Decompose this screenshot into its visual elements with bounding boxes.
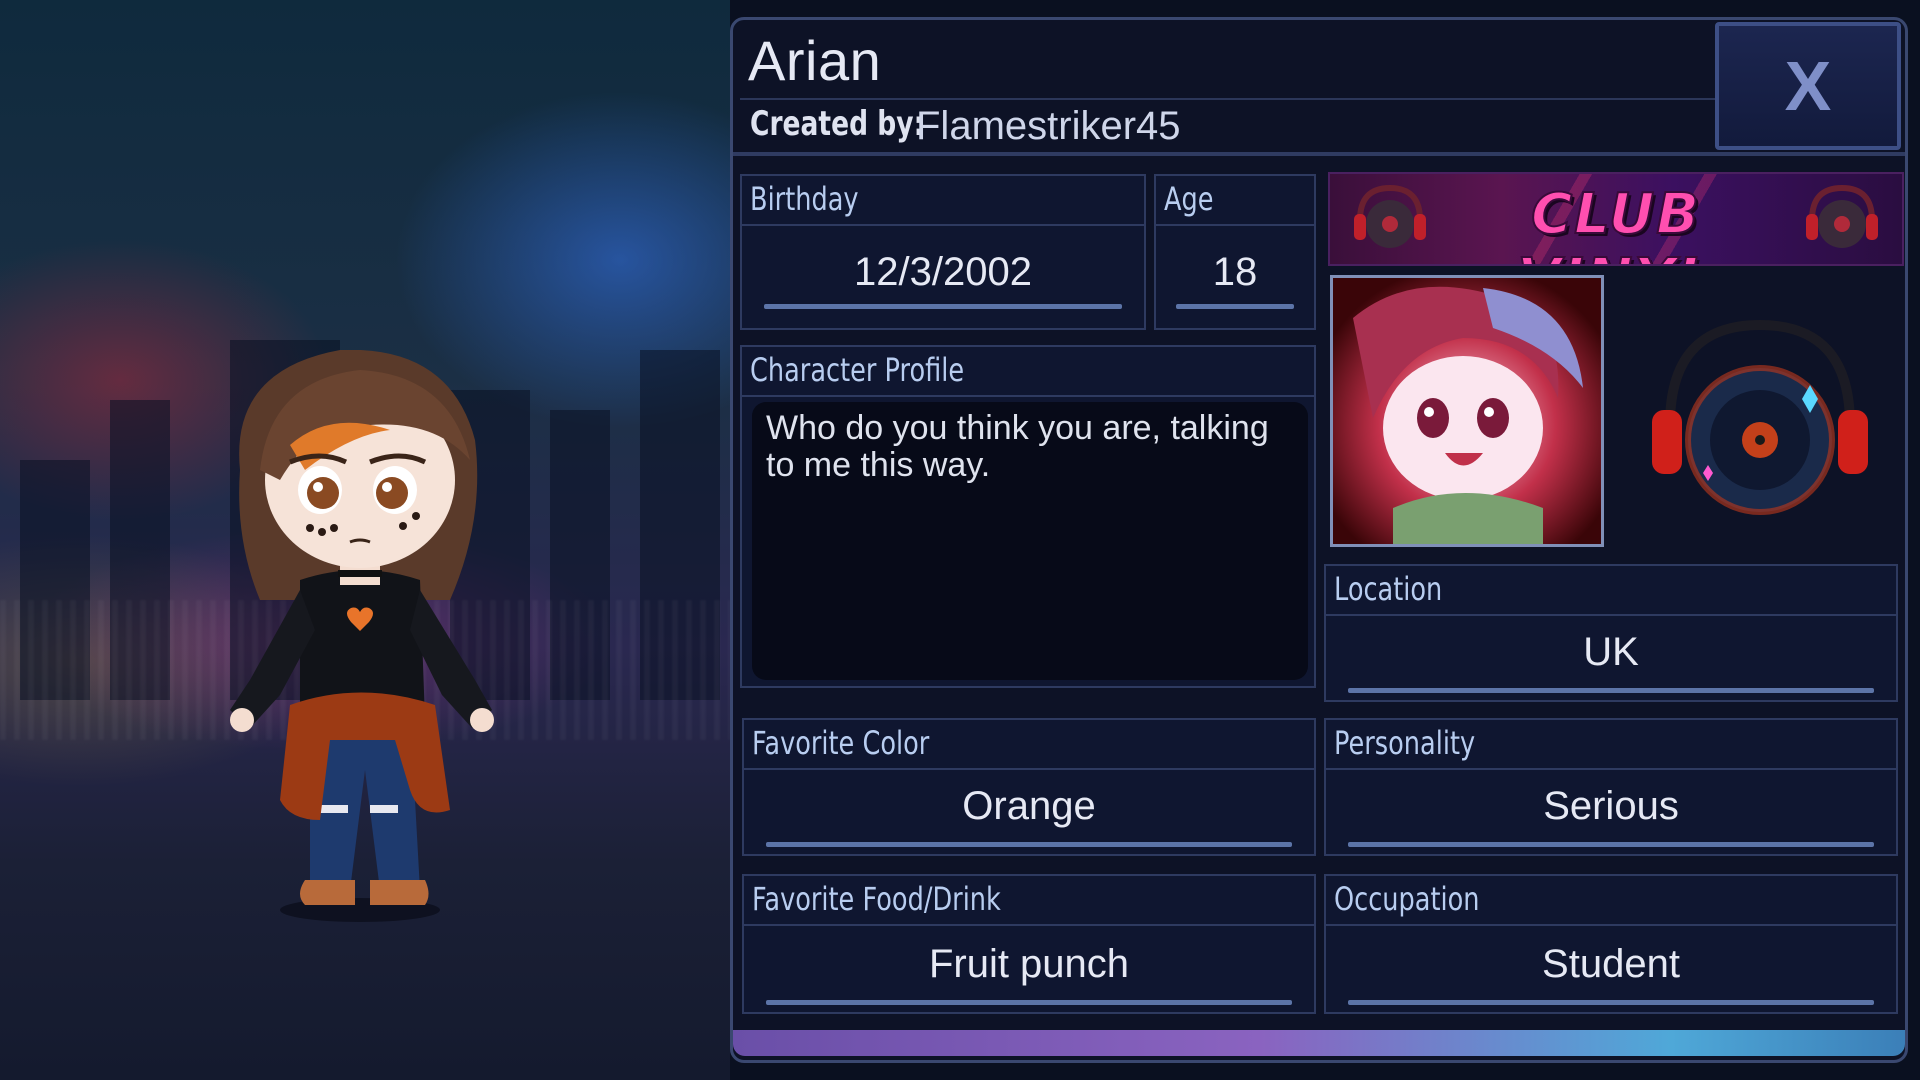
age-label: Age [1164,180,1214,218]
input-underline [764,304,1122,309]
age-field[interactable]: Age 18 [1154,174,1316,330]
personality-label: Personality [1334,724,1476,762]
favorite-color-label: Favorite Color [752,724,930,762]
divider [740,98,1720,100]
character-profile-text[interactable]: Who do you think you are, talking to me … [752,402,1308,680]
favorite-food-field[interactable]: Favorite Food/Drink Fruit punch [742,874,1316,1014]
divider [733,152,1905,156]
divider [744,924,1314,926]
creator-name: Flamestriker45 [916,104,1181,148]
divider [742,224,1144,226]
occupation-field[interactable]: Occupation Student [1324,874,1898,1014]
personality-field[interactable]: Personality Serious [1324,718,1898,856]
location-label: Location [1334,570,1443,608]
occupation-label: Occupation [1334,880,1480,918]
divider [1326,768,1896,770]
created-by-label: Created by: [750,104,925,144]
input-underline [766,1000,1292,1005]
character-name: Arian [748,29,882,92]
divider [1326,614,1896,616]
birthday-value: 12/3/2002 [854,250,1032,294]
panel-accent-bar [733,1030,1905,1056]
character-avatar[interactable] [220,350,520,930]
birthday-field[interactable]: Birthday 12/3/2002 [740,174,1146,330]
input-underline [766,842,1292,847]
favorite-color-value: Orange [962,784,1096,828]
location-value: UK [1583,630,1639,674]
close-button[interactable]: X [1715,22,1901,150]
divider [742,395,1314,397]
banner-title: CLUB VINYL [1516,181,1713,264]
divider [1156,224,1314,226]
favorite-color-field[interactable]: Favorite Color Orange [742,718,1316,856]
personality-value: Serious [1543,784,1679,828]
age-value: 18 [1212,250,1258,294]
input-underline [1348,688,1874,693]
character-portrait[interactable] [1330,275,1604,547]
favorite-food-label: Favorite Food/Drink [752,880,1001,918]
favorite-food-value: Fruit punch [928,942,1130,986]
portrait-art [1333,278,1601,544]
input-underline [1348,842,1874,847]
close-icon: X [1784,47,1832,125]
background-scene [0,0,730,1080]
input-underline [1348,1000,1874,1005]
headphones-icon [1652,319,1868,515]
input-underline [1176,304,1294,309]
location-field[interactable]: Location UK [1324,564,1898,702]
vinyl-disc-icon [1806,184,1878,248]
character-profile-label: Character Profile [750,351,965,389]
vinyl-disc-icon [1354,184,1426,248]
occupation-value: Student [1542,942,1680,986]
divider [1326,924,1896,926]
club-vinyl-banner: CLUB VINYL [1328,172,1904,266]
divider [744,768,1314,770]
birthday-label: Birthday [750,180,859,218]
